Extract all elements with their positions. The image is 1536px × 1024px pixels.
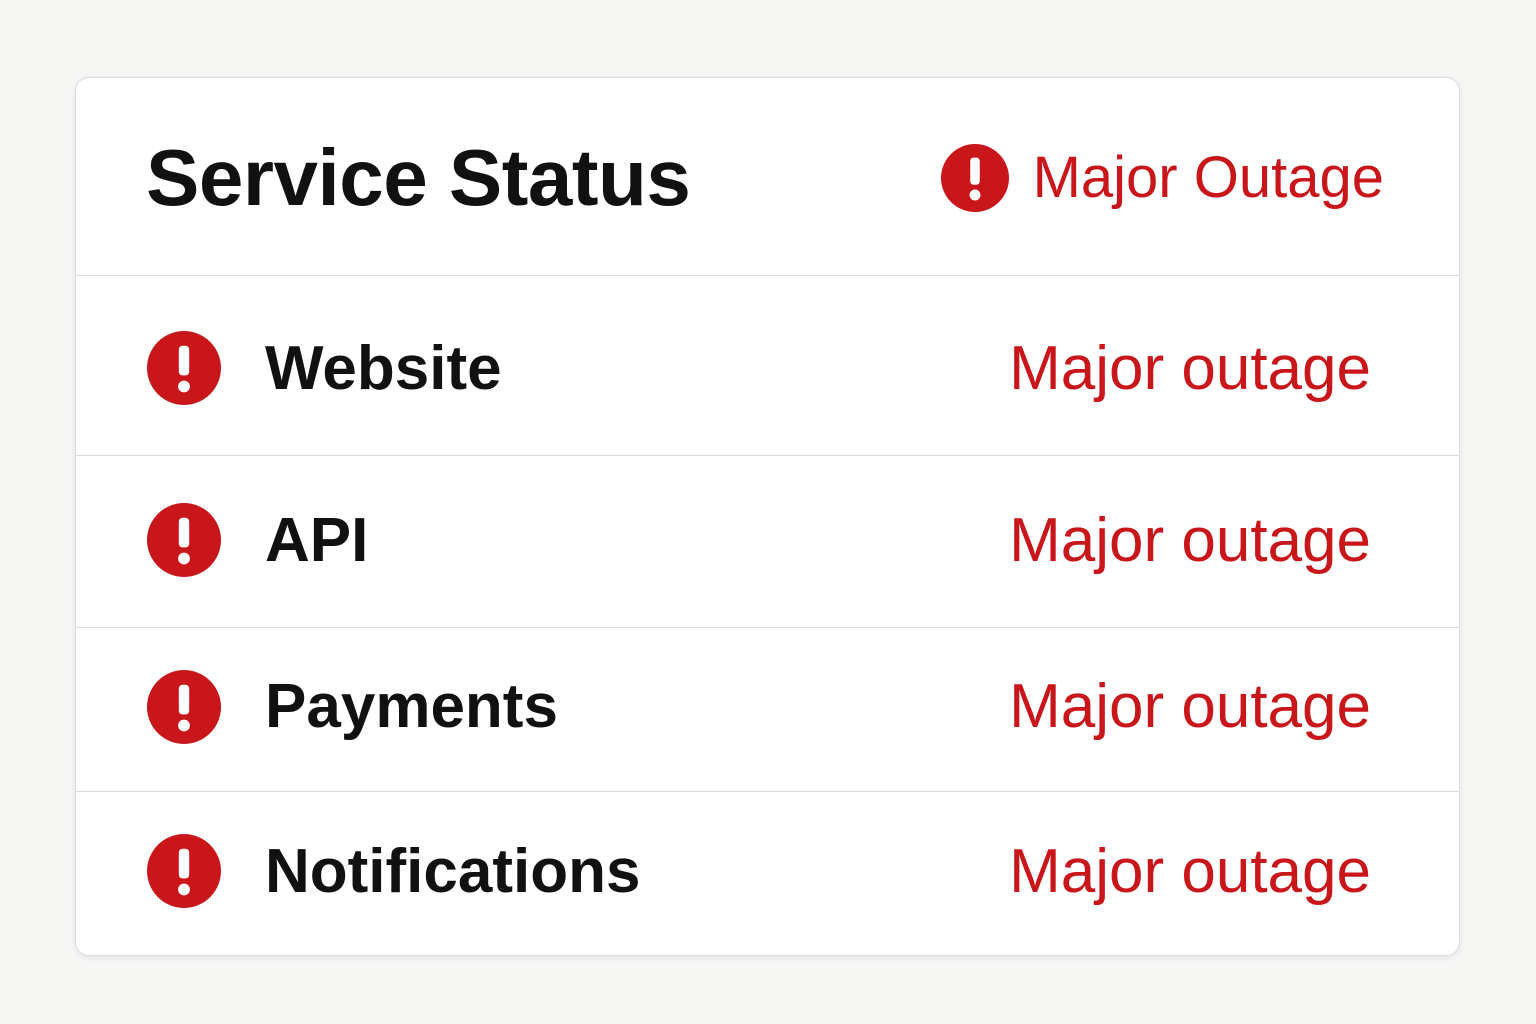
service-name: Payments xyxy=(265,672,558,741)
service-row-notifications: Notifications Major outage xyxy=(76,792,1459,956)
service-name: API xyxy=(265,506,369,575)
alert-circle-icon xyxy=(147,503,221,577)
service-status: Major outage xyxy=(1009,672,1371,741)
service-status-card: Service Status Major Outage Website Majo… xyxy=(75,77,1460,956)
alert-circle-icon xyxy=(147,331,221,405)
alert-circle-icon xyxy=(940,144,1009,212)
service-row-website: Website Major outage xyxy=(76,276,1459,456)
service-name: Website xyxy=(265,334,502,403)
service-status: Major outage xyxy=(1009,334,1371,403)
service-row-api: API Major outage xyxy=(76,456,1459,628)
service-name: Notifications xyxy=(265,837,641,906)
service-row-payments: Payments Major outage xyxy=(76,628,1459,792)
overall-status: Major Outage xyxy=(940,144,1384,212)
page-title: Service Status xyxy=(146,133,691,222)
overall-status-label: Major Outage xyxy=(1032,145,1384,210)
service-status: Major outage xyxy=(1009,837,1371,906)
alert-circle-icon xyxy=(147,834,221,908)
card-header: Service Status Major Outage xyxy=(76,78,1459,276)
service-status: Major outage xyxy=(1009,506,1371,575)
alert-circle-icon xyxy=(147,670,221,744)
